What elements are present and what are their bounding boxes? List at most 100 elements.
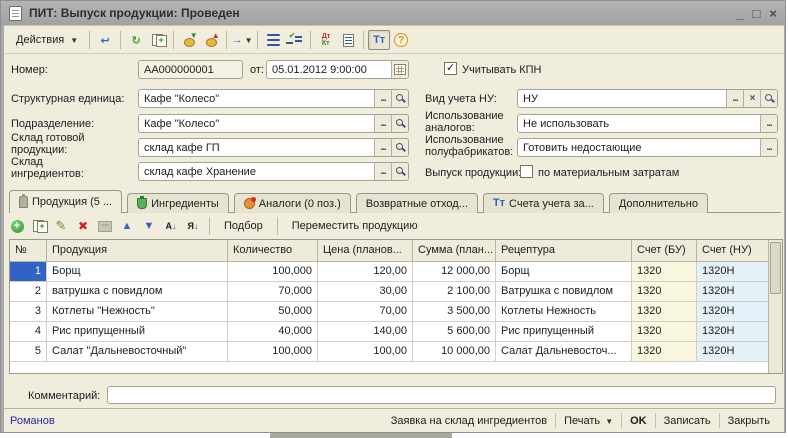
column-header[interactable]: Количество [228,240,318,262]
material-costs-checkbox[interactable] [520,165,533,178]
column-header[interactable]: Продукция [47,240,228,262]
analogs-usage-field[interactable]: Не использовать ... [517,114,778,133]
choose-button[interactable]: ... [374,115,391,132]
table-cell[interactable]: 120,00 [318,262,413,282]
table-cell[interactable]: 1320Н [697,342,768,362]
table-cell[interactable]: 30,00 [318,282,413,302]
copy-row-button[interactable] [29,217,49,235]
comment-input[interactable] [107,386,776,404]
table-cell[interactable]: Салат "Дальневосточный" [47,342,228,362]
choose-button[interactable]: ... [374,90,391,107]
post-button[interactable] [178,30,200,50]
table-cell[interactable]: 1320Н [697,282,768,302]
sort-desc-button[interactable]: Я↓ [183,217,203,235]
open-button[interactable] [391,163,408,180]
kpn-checkbox[interactable] [444,62,457,75]
add-row-button[interactable]: + [7,217,27,235]
table-cell[interactable]: 40,000 [228,322,318,342]
table-cell[interactable]: 10 000,00 [413,342,496,362]
print-button[interactable]: Печать ▼ [556,415,621,427]
tab-analogs[interactable]: Аналоги (0 поз.) [234,193,351,213]
ok-button[interactable]: OK [622,415,655,427]
reread-button[interactable]: ↩ [94,30,116,50]
scrollbar-thumb[interactable] [770,242,781,294]
open-button[interactable] [391,115,408,132]
choose-button[interactable]: ... [374,163,391,180]
checklist-button[interactable] [284,30,306,50]
podbor-button[interactable]: Подбор [216,218,271,234]
row-number-cell[interactable]: 4 [10,322,47,342]
table-cell[interactable]: Котлеты Нежность [496,302,632,322]
column-header[interactable]: Цена (планов... [318,240,413,262]
row-number-cell[interactable]: 3 [10,302,47,322]
edit-row-button[interactable]: ✎ [51,217,71,235]
choose-button[interactable]: ... [374,139,391,156]
department-field[interactable]: Кафе "Колесо" ... [138,114,409,133]
ingredients-warehouse-field[interactable]: склад кафе Хранение ... [138,162,409,181]
open-button[interactable] [391,90,408,107]
table-cell[interactable]: Котлеты "Нежность" [47,302,228,322]
sort-asc-button[interactable]: А↓ [161,217,181,235]
actions-menu-button[interactable]: Действия ▼ [9,31,85,49]
table-cell[interactable]: 1320Н [697,322,768,342]
responsible-user-link[interactable]: Романов [10,415,55,427]
column-header[interactable]: Рецептура [496,240,632,262]
vertical-scrollbar[interactable] [768,240,782,373]
close-form-button[interactable]: Закрыть [720,415,778,427]
table-cell[interactable]: 3 500,00 [413,302,496,322]
open-button[interactable] [760,90,777,107]
goto-button[interactable]: →▼ [231,30,253,50]
table-cell[interactable]: 140,00 [318,322,413,342]
table-cell[interactable]: 100,00 [318,342,413,362]
calendar-button[interactable] [391,61,408,78]
column-header[interactable]: Счет (БУ) [632,240,697,262]
table-cell[interactable]: Рис припущенный [496,322,632,342]
close-button[interactable]: × [769,7,777,20]
table-cell[interactable]: Ватрушка с повидлом [496,282,632,302]
tab-additional[interactable]: Дополнительно [609,193,708,213]
copy-button[interactable] [147,30,169,50]
finished-goods-warehouse-field[interactable]: склад кафе ГП ... [138,138,409,157]
document-report-button[interactable] [337,30,359,50]
table-cell[interactable]: 70,000 [228,282,318,302]
date-field[interactable]: 05.01.2012 9:00:00 [266,60,409,79]
open-button[interactable] [391,139,408,156]
column-header[interactable]: № [10,240,47,262]
nu-type-field[interactable]: НУ ... × [517,89,778,108]
choose-button[interactable]: ... [760,115,777,132]
table-row[interactable]: 1Борщ100,000120,0012 000,00Борщ13201320Н [10,262,768,282]
move-down-button[interactable]: ▼ [139,217,159,235]
save-button[interactable]: Записать [656,415,719,427]
number-field[interactable]: АА000000001 [138,60,243,79]
move-products-button[interactable]: Переместить продукцию [284,218,426,234]
table-row[interactable]: 4Рис припущенный40,000140,005 600,00Рис … [10,322,768,342]
table-cell[interactable]: Салат Дальневосточ... [496,342,632,362]
delete-row-button[interactable]: ✖ [73,217,93,235]
table-row[interactable]: 2ватрушка с повидлом70,00030,002 100,00В… [10,282,768,302]
tab-products[interactable]: Продукция (5 ... [9,190,122,213]
table-cell[interactable]: Борщ [47,262,228,282]
semifinished-usage-field[interactable]: Готовить недостающие ... [517,138,778,157]
column-header[interactable]: Счет (НУ) [697,240,768,262]
table-cell[interactable]: 1320 [632,322,697,342]
clear-button[interactable]: × [743,90,760,107]
table-cell[interactable]: 1320 [632,342,697,362]
structural-unit-field[interactable]: Кафе "Колесо" ... [138,89,409,108]
minimize-button[interactable]: _ [736,7,743,20]
row-number-cell[interactable]: 2 [10,282,47,302]
structure-button[interactable] [262,30,284,50]
table-cell[interactable]: 5 600,00 [413,322,496,342]
help-button[interactable]: ? [390,30,412,50]
filter-settings-button[interactable]: Тт [368,30,390,50]
tab-cost-accounts[interactable]: Тт Счета учета за... [483,193,604,213]
table-cell[interactable]: 1320 [632,302,697,322]
refresh-button[interactable]: ↻ [125,30,147,50]
table-row[interactable]: 3Котлеты "Нежность"50,00070,003 500,00Ко… [10,302,768,322]
ingredients-warehouse-request-button[interactable]: Заявка на склад ингредиентов [383,415,555,427]
table-cell[interactable]: Рис припущенный [47,322,228,342]
dtkt-button[interactable]: ДтКт [315,30,337,50]
table-cell[interactable]: 1320 [632,262,697,282]
table-cell[interactable]: 1320Н [697,302,768,322]
column-header[interactable]: Сумма (план... [413,240,496,262]
table-cell[interactable]: 1320Н [697,262,768,282]
